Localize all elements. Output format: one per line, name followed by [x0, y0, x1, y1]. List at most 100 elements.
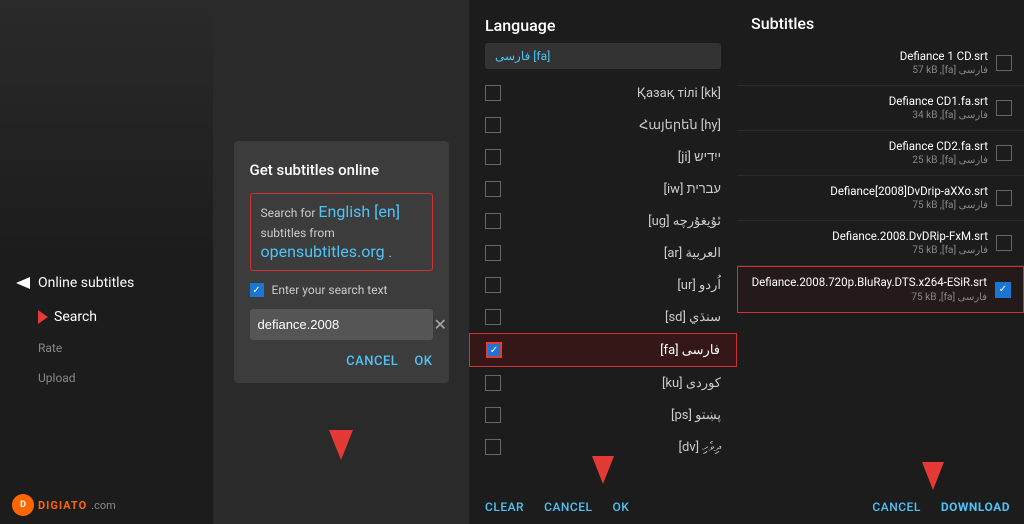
lang-checkbox-hy[interactable] — [485, 117, 501, 133]
subtitle-info: Defiance CD1.fa.srt فارسی [fa], 34 kB — [749, 93, 988, 123]
list-item[interactable]: پښتو [ps] — [469, 399, 737, 431]
list-item[interactable]: العربية [ar] — [469, 237, 737, 269]
subtitle-checkbox-4[interactable] — [996, 190, 1012, 206]
table-row[interactable]: Defiance CD2.fa.srt فارسی [fa], 25 kB — [737, 131, 1024, 176]
lang-clear-button[interactable]: CLEAR — [485, 500, 524, 514]
panel-language: Language [fa] فارسی Қазақ тілі [kk] Հայե… — [469, 0, 737, 524]
list-item[interactable]: ئۇيغۇرچە [ug] — [469, 205, 737, 237]
nav-item-search[interactable]: Online subtitles — [16, 265, 197, 301]
dialog-info-box: Search for English [en] subtitles from o… — [250, 193, 433, 271]
subtitle-checkbox-6[interactable]: ✓ — [995, 282, 1011, 298]
subtitle-info: Defiance CD2.fa.srt فارسی [fa], 25 kB — [749, 138, 988, 168]
subtitles-download-button[interactable]: DOWNLOAD — [941, 500, 1010, 514]
subtitle-meta: فارسی [fa], 75 kB — [750, 291, 987, 305]
clear-input-icon[interactable]: ✕ — [434, 315, 447, 334]
list-item[interactable]: עברית [iw] — [469, 173, 737, 205]
checkbox-check-icon: ✓ — [252, 285, 260, 296]
subtitle-checkbox-1[interactable] — [996, 55, 1012, 71]
panel-get-subtitles: Get subtitles online Search for English … — [213, 0, 469, 524]
lang-checkbox-ur[interactable] — [485, 277, 501, 293]
subtitle-checkbox-5[interactable] — [996, 235, 1012, 251]
get-subtitles-dialog: Get subtitles online Search for English … — [234, 141, 449, 383]
digiato-logo: D DIGIATO .com — [12, 494, 116, 516]
dialog-info-text2: subtitles from — [261, 226, 335, 240]
list-item[interactable]: ייִדיש [ji] — [469, 141, 737, 173]
panel-online-subtitles: Online subtitles Search Rate Upload D DI… — [0, 0, 213, 524]
digiato-dotcom: .com — [91, 499, 116, 512]
lang-checkbox-kk[interactable] — [485, 85, 501, 101]
table-row[interactable]: Defiance[2008]DvDrip-aXXo.srt فارسی [fa]… — [737, 176, 1024, 221]
lang-name-ur: اُردو [ur] — [513, 278, 721, 293]
lang-checkbox-sd[interactable] — [485, 309, 501, 325]
dialog-info-link-lang[interactable]: English [en] — [318, 202, 400, 221]
list-item[interactable]: اُردو [ur] — [469, 269, 737, 301]
subtitles-list: Defiance 1 CD.srt فارسی [fa], 57 kB Defi… — [737, 41, 1024, 490]
subtitle-meta: فارسی [fa], 75 kB — [749, 244, 988, 258]
nav-rate-label[interactable]: Rate — [38, 333, 197, 363]
list-item[interactable]: Հայերեն [hy] — [469, 109, 737, 141]
subtitle-name: Defiance[2008]DvDrip-aXXo.srt — [749, 183, 988, 199]
language-search-bar[interactable]: [fa] فارسی — [485, 43, 721, 69]
lang-name-kk: Қазақ тілі [kk] — [513, 86, 721, 101]
subtitle-checkbox-3[interactable] — [996, 145, 1012, 161]
lang-name-sd: سنڌي [sd] — [513, 310, 721, 325]
subtitles-cancel-button[interactable]: CANCEL — [872, 500, 920, 514]
list-item[interactable]: Қазақ тілі [kk] — [469, 77, 737, 109]
lang-checkbox-ku[interactable] — [485, 375, 501, 391]
search-input[interactable] — [258, 317, 434, 332]
lang-cancel-button[interactable]: CANCEL — [544, 500, 592, 514]
lang-name-ug: ئۇيغۇرچە [ug] — [513, 214, 721, 229]
table-row-highlighted[interactable]: Defiance.2008.720p.BluRay.DTS.x264-ESiR.… — [737, 266, 1024, 312]
language-search-selected: [fa] فارسی — [495, 49, 550, 63]
lang-name-ku: کوردی [ku] — [513, 376, 721, 391]
subtitle-info: Defiance.2008.DvDRip-FxM.srt فارسی [fa],… — [749, 228, 988, 258]
list-item[interactable]: کوردی [ku] — [469, 367, 737, 399]
lang-ok-button[interactable]: OK — [613, 500, 630, 514]
list-item-fa[interactable]: ✓ فارسی [fa] — [469, 333, 737, 367]
dialog-info-link-site[interactable]: opensubtitles.org — [261, 242, 385, 261]
subtitle-meta: فارسی [fa], 34 kB — [749, 109, 988, 123]
subtitle-name: Defiance CD1.fa.srt — [749, 93, 988, 109]
subtitle-meta: فارسی [fa], 25 kB — [749, 154, 988, 168]
language-footer: CLEAR CANCEL OK — [469, 490, 737, 524]
lang-checkbox-fa[interactable]: ✓ — [486, 342, 502, 358]
dialog-info-text1: Search for — [261, 206, 319, 220]
lang-arrow — [592, 456, 614, 488]
table-row[interactable]: Defiance CD1.fa.srt فارسی [fa], 34 kB — [737, 86, 1024, 131]
subtitle-name: Defiance CD2.fa.srt — [749, 138, 988, 154]
subtitle-checkbox-2[interactable] — [996, 100, 1012, 116]
back-arrow-icon — [16, 277, 30, 289]
dialog-ok-button[interactable]: OK — [414, 354, 432, 369]
dialog-arrow — [329, 430, 353, 464]
subtitle-name: Defiance.2008.DvDRip-FxM.srt — [749, 228, 988, 244]
lang-checkbox-ps[interactable] — [485, 407, 501, 423]
panel-bg — [0, 0, 213, 260]
digiato-text: DIGIATO — [38, 499, 87, 512]
lang-checkbox-ug[interactable] — [485, 213, 501, 229]
nav-upload-label[interactable]: Upload — [38, 363, 197, 393]
lang-name-ps: پښتو [ps] — [513, 408, 721, 423]
lang-name-hy: Հայերեն [hy] — [513, 118, 721, 133]
lang-checkbox-ji[interactable] — [485, 149, 501, 165]
lang-name-ar: العربية [ar] — [513, 246, 721, 261]
dialog-input-row: ✕ — [250, 309, 433, 340]
lang-checkbox-dv[interactable] — [485, 439, 501, 455]
nav-search-label[interactable]: Search — [54, 301, 97, 333]
table-row[interactable]: Defiance.2008.DvDRip-FxM.srt فارسی [fa],… — [737, 221, 1024, 266]
subtitle-name: Defiance.2008.720p.BluRay.DTS.x264-ESiR.… — [750, 274, 987, 290]
subtitle-info: Defiance[2008]DvDrip-aXXo.srt فارسی [fa]… — [749, 183, 988, 213]
subtitle-meta: فارسی [fa], 57 kB — [749, 64, 988, 78]
nav-search-arrow — [38, 310, 48, 324]
table-row[interactable]: Defiance 1 CD.srt فارسی [fa], 57 kB — [737, 41, 1024, 86]
dialog-checkbox-label: Enter your search text — [272, 283, 388, 297]
dialog-info-text3: . — [389, 246, 392, 260]
lang-name-fa: فارسی [fa] — [514, 343, 720, 358]
lang-checkbox-iw[interactable] — [485, 181, 501, 197]
lang-name-dv: ދިވެހި [dv] — [513, 440, 721, 455]
dialog-checkbox[interactable]: ✓ — [250, 283, 264, 297]
subtitle-info: Defiance.2008.720p.BluRay.DTS.x264-ESiR.… — [750, 274, 987, 304]
subtitle-meta: فارسی [fa], 75 kB — [749, 199, 988, 213]
dialog-cancel-button[interactable]: CANCEL — [346, 354, 398, 369]
lang-checkbox-ar[interactable] — [485, 245, 501, 261]
list-item[interactable]: سنڌي [sd] — [469, 301, 737, 333]
